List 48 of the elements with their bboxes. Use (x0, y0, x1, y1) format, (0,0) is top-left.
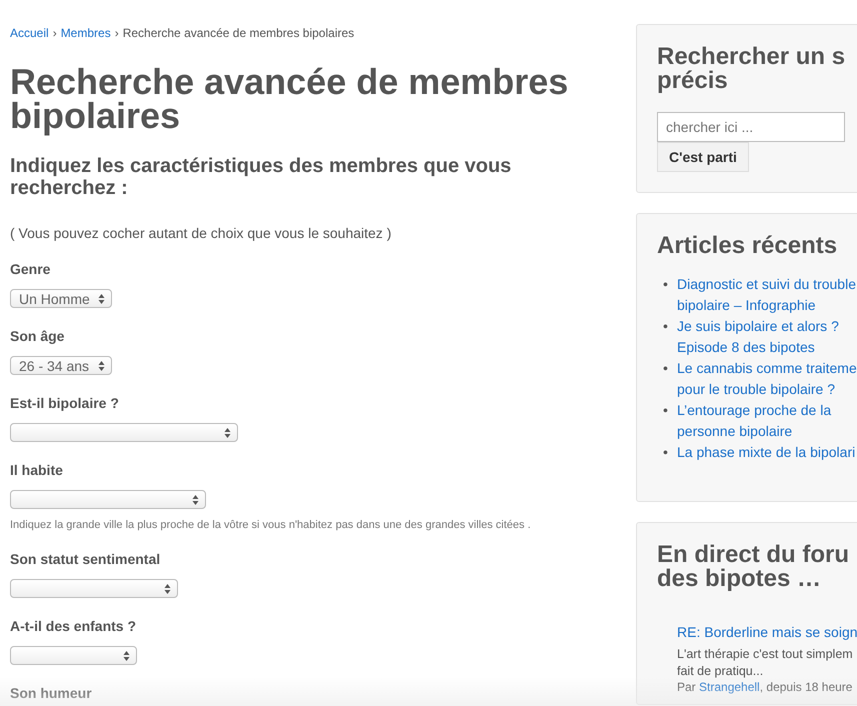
post-link[interactable]: RE: Borderline mais se soign (677, 624, 857, 640)
select-dropdown[interactable] (10, 490, 206, 509)
bullet-mark: • (663, 443, 669, 462)
post-time: , depuis 18 heure (760, 680, 852, 694)
stepper-arrows-icon (98, 292, 105, 304)
author-link[interactable]: Strangehell (699, 680, 760, 694)
bullet-mark: • (663, 275, 669, 294)
select-dropdown[interactable] (10, 423, 238, 442)
select-dropdown[interactable]: 26 - 34 ans (10, 356, 112, 375)
breadcrumb-link[interactable]: Membres (60, 26, 111, 40)
field-label: Il habite (10, 462, 64, 478)
field-label: A-t-il des enfants ? (10, 618, 138, 634)
stepper-arrows-icon (224, 426, 231, 438)
article-link[interactable]: Le cannabis comme traiteme pour le trouble bipolaire ? (677, 358, 857, 400)
stepper-arrows-icon (98, 360, 105, 372)
field-label: Genre (10, 261, 52, 277)
breadcrumb-current: Recherche avancée de membres bipolaires (122, 26, 354, 40)
stepper-arrows-icon (123, 650, 130, 662)
select-dropdown[interactable] (10, 579, 178, 598)
field-label: Son humeur (10, 685, 93, 701)
bullet-mark: • (663, 359, 669, 378)
page-title: Recherche avancée de membres bipolaires (10, 65, 570, 133)
article-link[interactable]: Diagnostic et suivi du trouble bipolaire – Infographie (677, 274, 856, 316)
intro-text: ( Vous pouvez cocher autant de choix que vous le souhaitez ) (10, 225, 392, 241)
help-text: Indiquez la grande ville la plus proche de la vôtre si vous n'habitez pas dans une des grandes villes citées . (10, 519, 532, 531)
bullet-mark: • (663, 401, 669, 420)
widget-title: En direct du foru des bipotes … (657, 543, 850, 591)
stepper-arrows-icon (164, 582, 171, 594)
field-label: Son âge (10, 328, 66, 344)
search-button[interactable]: C'est parti (657, 142, 749, 172)
breadcrumb-link[interactable]: Accueil (10, 26, 49, 40)
article-link[interactable]: La phase mixte de la bipolari (677, 442, 856, 463)
post-excerpt: L'art thérapie c'est tout simplem fait de pratiqu... (677, 646, 854, 680)
widget-title: Articles récents (657, 234, 838, 258)
field-label: Son statut sentimental (10, 551, 162, 567)
field-label: Est-il bipolaire ? (10, 395, 120, 411)
stepper-arrows-icon (192, 494, 199, 506)
select-dropdown[interactable]: Un Homme (10, 289, 112, 308)
widget-title: Rechercher un s précis (657, 45, 846, 93)
breadcrumb-separator: › (114, 26, 119, 40)
form-heading: Indiquez les caractéristiques des membres que vous recherchez : (10, 155, 512, 199)
article-link[interactable]: Je suis bipolaire et alors ? Episode 8 des bipotes (677, 316, 839, 358)
bullet-mark: • (663, 317, 669, 336)
breadcrumb-separator: › (52, 26, 57, 40)
select-dropdown[interactable] (10, 646, 137, 665)
article-link[interactable]: L’entourage proche de la personne bipolaire (677, 400, 832, 442)
post-meta: Par (677, 680, 697, 694)
search-field[interactable]: chercher ici ... (657, 112, 845, 142)
